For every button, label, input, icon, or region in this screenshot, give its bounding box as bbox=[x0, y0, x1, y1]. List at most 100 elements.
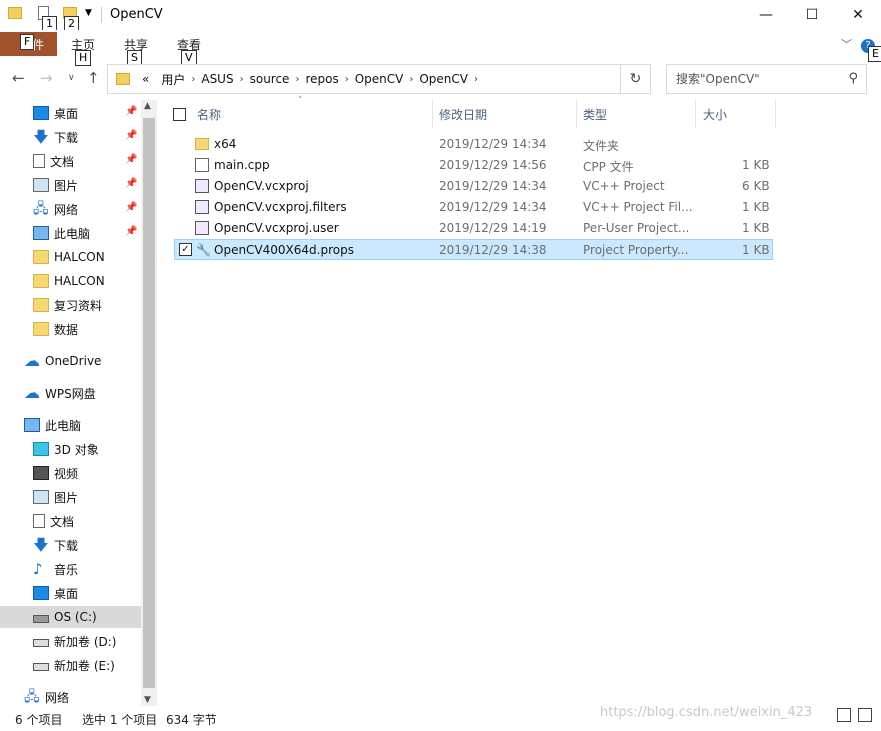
file-row[interactable]: OpenCV.vcxproj 2019/12/29 14:34 VC++ Pro… bbox=[174, 176, 773, 197]
pin-icon: 📌 bbox=[125, 202, 138, 213]
video-icon bbox=[33, 466, 49, 480]
nav-item-network[interactable]: 🖧 网络 📌 bbox=[0, 198, 141, 220]
nav-item-wps[interactable]: ☁ WPS网盘 bbox=[0, 382, 141, 404]
nav-item-review-materials[interactable]: 复习资料 bbox=[0, 294, 141, 316]
user-file-icon bbox=[195, 221, 209, 235]
breadcrumb-users[interactable]: 用户 bbox=[161, 71, 185, 88]
chevron-right-icon[interactable]: › bbox=[409, 74, 413, 85]
watermark-text: https://blog.csdn.net/weixin_423 bbox=[600, 705, 813, 720]
file-row-selected[interactable]: ✓ 🔧 OpenCV400X64d.props 2019/12/29 14:38… bbox=[174, 239, 773, 260]
chevron-right-icon[interactable]: › bbox=[240, 74, 244, 85]
chevron-right-icon[interactable]: › bbox=[191, 74, 195, 85]
nav-item-documents-pc[interactable]: 文档 bbox=[0, 510, 141, 532]
expand-ribbon-chevron-icon[interactable]: ﹀ bbox=[841, 36, 852, 52]
breadcrumb-repos[interactable]: repos bbox=[305, 72, 338, 86]
close-button[interactable]: ✕ bbox=[835, 0, 881, 30]
pin-icon: 📌 bbox=[125, 178, 138, 189]
chevron-right-icon[interactable]: › bbox=[474, 74, 478, 85]
3d-objects-icon bbox=[33, 442, 49, 456]
navigation-bar: ← → ∨ ↑ « 用户 › ASUS › source › repos › OpenC… bbox=[0, 61, 881, 97]
up-arrow-icon[interactable]: ↑ bbox=[87, 69, 100, 87]
select-all-checkbox[interactable] bbox=[173, 108, 186, 121]
nav-item-music[interactable]: ♪ 音乐 bbox=[0, 558, 141, 580]
props-file-icon: 🔧 bbox=[196, 243, 211, 257]
folder-icon bbox=[8, 7, 22, 19]
nav-item-this-pc-root[interactable]: 此电脑 bbox=[0, 414, 141, 436]
column-divider[interactable] bbox=[775, 100, 776, 128]
pin-icon: 📌 bbox=[125, 154, 138, 165]
chevron-right-icon[interactable]: › bbox=[295, 74, 299, 85]
search-input[interactable]: 搜索"OpenCV" ⚲ bbox=[666, 64, 867, 94]
file-row[interactable]: main.cpp 2019/12/29 14:56 CPP 文件 1 KB bbox=[174, 155, 773, 176]
breadcrumb-source[interactable]: source bbox=[250, 72, 290, 86]
scroll-up-chevron-icon[interactable]: ▲ bbox=[144, 101, 151, 111]
column-header-type[interactable]: 类型 bbox=[583, 100, 607, 128]
nav-item-network-root[interactable]: 🖧 网络 bbox=[0, 686, 141, 706]
file-type: CPP 文件 bbox=[583, 160, 634, 174]
recent-locations-chevron-icon[interactable]: ∨ bbox=[68, 73, 75, 83]
nav-item-desktop-pc[interactable]: 桌面 bbox=[0, 582, 141, 604]
address-bar[interactable]: « 用户 › ASUS › source › repos › OpenCV › OpenC… bbox=[107, 64, 621, 94]
nav-item-onedrive[interactable]: ☁ OneDrive bbox=[0, 350, 141, 372]
breadcrumb-opencv[interactable]: OpenCV bbox=[355, 72, 404, 86]
nav-item-drive-d[interactable]: 新加卷 (D:) bbox=[0, 630, 141, 652]
computer-icon bbox=[24, 418, 40, 432]
nav-item-drive-c[interactable]: OS (C:) bbox=[0, 606, 141, 628]
folder-icon bbox=[195, 138, 209, 150]
forward-arrow-icon[interactable]: → bbox=[40, 69, 53, 87]
nav-item-halcon[interactable]: HALCON bbox=[0, 246, 141, 268]
chevron-right-icon[interactable]: › bbox=[345, 74, 349, 85]
nav-item-downloads-pc[interactable]: 🡇 下载 bbox=[0, 534, 141, 556]
large-icons-view-icon[interactable] bbox=[858, 708, 872, 722]
back-arrow-icon[interactable]: ← bbox=[12, 69, 25, 87]
column-header-size[interactable]: 大小 bbox=[703, 100, 727, 128]
file-row[interactable]: OpenCV.vcxproj.user 2019/12/29 14:19 Per… bbox=[174, 218, 773, 239]
details-view-icon[interactable] bbox=[837, 708, 851, 722]
file-name: main.cpp bbox=[214, 158, 270, 172]
nav-item-desktop[interactable]: 桌面 📌 bbox=[0, 102, 141, 124]
desktop-icon bbox=[33, 586, 49, 600]
scroll-down-chevron-icon[interactable]: ▼ bbox=[144, 695, 151, 705]
customize-qat-chevron-icon[interactable]: ▼ bbox=[85, 8, 92, 18]
nav-item-this-pc[interactable]: 此电脑 📌 bbox=[0, 222, 141, 244]
network-icon: 🖧 bbox=[33, 201, 49, 217]
nav-item-documents[interactable]: 文档 📌 bbox=[0, 150, 141, 172]
folder-icon bbox=[116, 73, 130, 85]
nav-item-pictures-pc[interactable]: 图片 bbox=[0, 486, 141, 508]
file-row[interactable]: x64 2019/12/29 14:34 文件夹 bbox=[174, 134, 773, 155]
column-divider[interactable] bbox=[576, 100, 577, 128]
file-type: VC++ Project bbox=[583, 179, 665, 193]
file-date: 2019/12/29 14:34 bbox=[439, 200, 547, 214]
breadcrumb-overflow[interactable]: « bbox=[142, 72, 149, 86]
file-date: 2019/12/29 14:56 bbox=[439, 158, 547, 172]
nav-item-pictures[interactable]: 图片 📌 bbox=[0, 174, 141, 196]
search-placeholder: 搜索"OpenCV" bbox=[676, 72, 760, 86]
file-name: OpenCV.vcxproj bbox=[214, 179, 309, 193]
file-size: 1 KB bbox=[742, 158, 770, 172]
vcxproj-icon bbox=[195, 179, 209, 193]
file-row[interactable]: OpenCV.vcxproj.filters 2019/12/29 14:34 … bbox=[174, 197, 773, 218]
minimize-button[interactable]: — bbox=[743, 0, 789, 30]
refresh-button[interactable]: ↻ bbox=[621, 64, 651, 94]
column-divider[interactable] bbox=[695, 100, 696, 128]
nav-item-data[interactable]: 数据 bbox=[0, 318, 141, 340]
breadcrumb-opencv-current[interactable]: OpenCV bbox=[419, 72, 468, 86]
nav-item-halcon-2[interactable]: HALCON bbox=[0, 270, 141, 292]
nav-item-drive-e[interactable]: 新加卷 (E:) bbox=[0, 654, 141, 676]
row-checkbox-checked[interactable]: ✓ bbox=[179, 243, 192, 256]
maximize-button[interactable]: ☐ bbox=[789, 0, 835, 30]
column-header-name[interactable]: 名称 bbox=[197, 100, 221, 128]
download-icon: 🡇 bbox=[33, 128, 49, 146]
breadcrumb-asus[interactable]: ASUS bbox=[201, 72, 233, 86]
nav-item-videos[interactable]: 视频 bbox=[0, 462, 141, 484]
pin-icon: 📌 bbox=[125, 226, 138, 237]
folder-icon bbox=[33, 274, 49, 288]
nav-item-downloads[interactable]: 🡇 下载 📌 bbox=[0, 126, 141, 148]
column-header-date[interactable]: 修改日期 bbox=[439, 100, 487, 128]
scrollbar-thumb[interactable] bbox=[143, 118, 155, 688]
nav-pane-scrollbar[interactable]: ▲ ▼ bbox=[141, 100, 157, 706]
file-size: 1 KB bbox=[742, 221, 770, 235]
nav-item-3d-objects[interactable]: 3D 对象 bbox=[0, 438, 141, 460]
window-title: OpenCV bbox=[110, 7, 163, 22]
column-divider[interactable] bbox=[432, 100, 433, 128]
